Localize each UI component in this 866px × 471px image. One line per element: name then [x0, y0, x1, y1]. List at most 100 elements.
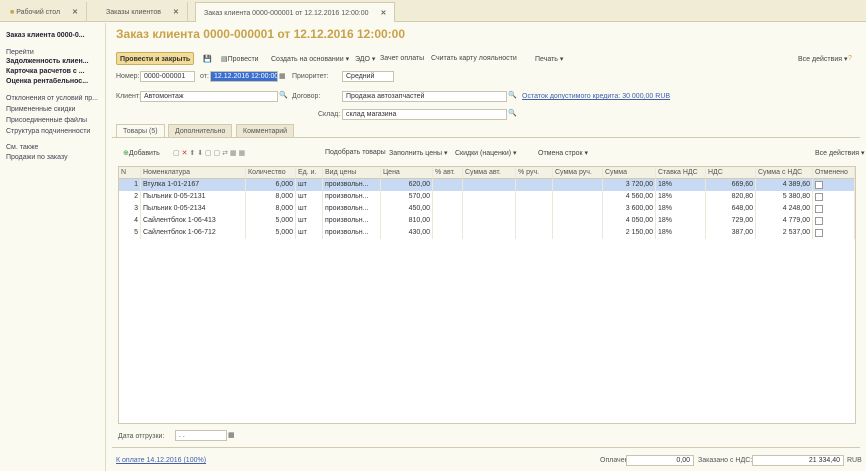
fill-prices-button[interactable]: Заполнить цены ▾: [386, 146, 451, 159]
cell-empty: [433, 191, 463, 203]
column-header[interactable]: Количество: [246, 167, 296, 179]
cancelled-checkbox[interactable]: [813, 227, 855, 239]
sidebar-item[interactable]: Оценка рентабельнос...: [6, 78, 102, 85]
close-icon[interactable]: ✕: [173, 9, 179, 16]
sidebar-item[interactable]: Заказ клиента 0000-0...: [6, 32, 102, 39]
edo-button[interactable]: ЭДО ▾: [352, 52, 378, 65]
row-actions-icons[interactable]: ▢ ✕ ⬆ ⬇ ▢ ▢ ⇄ ▦ ▦: [170, 146, 248, 159]
cell-unit: шт: [296, 203, 323, 215]
column-header[interactable]: Сумма с НДС: [756, 167, 813, 179]
cancelled-checkbox[interactable]: [813, 179, 855, 191]
column-header[interactable]: Ед. и.: [296, 167, 323, 179]
post-close-button[interactable]: Провести и закрыть: [116, 52, 195, 65]
cancelled-checkbox[interactable]: [813, 191, 855, 203]
tab-client-order[interactable]: Заказ клиента 0000-000001 от 12.12.2016 …: [195, 2, 396, 22]
all-actions-button[interactable]: Все действия ▾: [795, 52, 850, 65]
tab-client-orders[interactable]: Заказы клиентов ✕: [98, 2, 188, 22]
cell-empty: [553, 203, 603, 215]
table-row[interactable]: 1 Втулка 1-01-2167 6,000 шт произвольн... 620…: [119, 179, 855, 191]
cell-unit: шт: [296, 191, 323, 203]
column-header[interactable]: Отменено: [813, 167, 855, 179]
cell-sum: 3 720,00: [603, 179, 656, 191]
calendar-icon[interactable]: ▦: [279, 72, 286, 80]
help-icon[interactable]: ?: [845, 52, 855, 65]
cell-vat: 648,00: [706, 203, 756, 215]
divider: [112, 137, 860, 138]
sidebar-item[interactable]: Карточка расчетов с ...: [6, 68, 102, 75]
save-icon[interactable]: 💾: [200, 52, 215, 65]
search-icon[interactable]: 🔍: [279, 91, 288, 99]
sidebar-item: Перейти: [6, 49, 34, 56]
cell-item: Пыльник 0-05-2131: [141, 191, 246, 203]
create-based-button[interactable]: Создать на основании ▾: [268, 52, 352, 65]
date-field[interactable]: 12.12.2016 12:00:00: [210, 71, 278, 82]
priority-select[interactable]: Средний: [342, 71, 394, 82]
number-field[interactable]: 0000-000001: [140, 71, 195, 82]
grid-all-actions-button[interactable]: Все действия ▾: [812, 146, 866, 159]
scan-card-button[interactable]: Считать карту лояльности: [428, 52, 520, 65]
search-icon[interactable]: 🔍: [508, 91, 517, 99]
column-header[interactable]: % авт.: [433, 167, 463, 179]
warehouse-field[interactable]: склад магазина: [342, 109, 507, 120]
column-header[interactable]: % руч.: [516, 167, 553, 179]
sidebar-item[interactable]: Отклонения от условий пр...: [6, 95, 102, 102]
payment-button[interactable]: Зачет оплаты: [377, 52, 427, 65]
page-title: Заказ клиента 0000-000001 от 12.12.2016 …: [116, 27, 406, 41]
cell-item: Сайлентблок 1-06-712: [141, 227, 246, 239]
column-header[interactable]: Номенклатура: [141, 167, 246, 179]
cell-unit: шт: [296, 227, 323, 239]
cell-total: 5 380,80: [756, 191, 813, 203]
close-icon[interactable]: ✕: [381, 10, 387, 17]
cancelled-checkbox[interactable]: [813, 203, 855, 215]
table-row[interactable]: 4 Сайлентблок 1-06-413 5,000 шт произвольн..…: [119, 215, 855, 227]
pick-goods-button[interactable]: Подобрать товары: [322, 146, 389, 159]
sidebar-item[interactable]: Структура подчиненности: [6, 128, 102, 135]
column-header[interactable]: НДС: [706, 167, 756, 179]
column-header[interactable]: Сумма руч.: [553, 167, 603, 179]
close-icon[interactable]: ✕: [72, 9, 78, 16]
cell-empty: [553, 191, 603, 203]
sidebar-item[interactable]: Примененные скидки: [6, 106, 102, 113]
column-header[interactable]: Ставка НДС: [656, 167, 706, 179]
window-tabs: ■ Рабочий стол ✕ Заказы клиентов ✕ Заказ к…: [0, 0, 866, 22]
sidebar-item[interactable]: Присоединенные файлы: [6, 117, 102, 124]
cancelled-checkbox[interactable]: [813, 215, 855, 227]
cell-n: 1: [119, 179, 141, 191]
table-row[interactable]: 2 Пыльник 0-05-2131 8,000 шт произвольн... 57…: [119, 191, 855, 203]
discounts-button[interactable]: Скидки (наценки) ▾: [452, 146, 520, 159]
cancel-rows-button[interactable]: Отмена строк ▾: [535, 146, 591, 159]
client-field[interactable]: Автомонтаж: [140, 91, 278, 102]
column-header[interactable]: Сумма: [603, 167, 656, 179]
table-row[interactable]: 3 Пыльник 0-05-2134 8,000 шт произвольн... 45…: [119, 203, 855, 215]
cell-n: 5: [119, 227, 141, 239]
payment-schedule-link[interactable]: К оплате 14.12.2016 (100%): [116, 457, 206, 464]
column-header[interactable]: Вид цены: [323, 167, 381, 179]
tab-additional[interactable]: Дополнительно: [168, 124, 233, 137]
cell-vat: 729,00: [706, 215, 756, 227]
sidebar-item[interactable]: Продажи по заказу: [6, 154, 102, 161]
print-button[interactable]: Печать ▾: [532, 52, 566, 65]
cell-sum: 2 150,00: [603, 227, 656, 239]
calendar-icon[interactable]: ▦: [228, 431, 235, 439]
post-button[interactable]: ▤Провести: [218, 52, 262, 65]
table-row[interactable]: 5 Сайлентблок 1-06-712 5,000 шт произвольн..…: [119, 227, 855, 239]
column-header[interactable]: Цена: [381, 167, 433, 179]
tab-desktop[interactable]: ■ Рабочий стол ✕: [2, 2, 88, 22]
contract-field[interactable]: Продажа автозапчастей: [342, 91, 507, 102]
cell-sum: 4 050,00: [603, 215, 656, 227]
add-button[interactable]: ⊕Добавить: [120, 146, 163, 159]
search-icon[interactable]: 🔍: [508, 109, 517, 117]
cell-price_type: произвольн...: [323, 203, 381, 215]
tab-goods[interactable]: Товары (5): [116, 124, 165, 137]
tab-comment[interactable]: Комментарий: [236, 124, 295, 137]
credit-link[interactable]: Остаток допустимого кредита: 30 000,00 R…: [522, 93, 670, 100]
cell-price_type: произвольн...: [323, 215, 381, 227]
column-header[interactable]: N: [119, 167, 141, 179]
cell-empty: [433, 227, 463, 239]
cell-item: Втулка 1-01-2167: [141, 179, 246, 191]
cell-qty: 8,000: [246, 203, 296, 215]
cell-unit: шт: [296, 215, 323, 227]
column-header[interactable]: Сумма авт.: [463, 167, 516, 179]
sidebar-item[interactable]: Задолженность клиен...: [6, 58, 102, 65]
ship-date-field[interactable]: . .: [175, 430, 227, 441]
